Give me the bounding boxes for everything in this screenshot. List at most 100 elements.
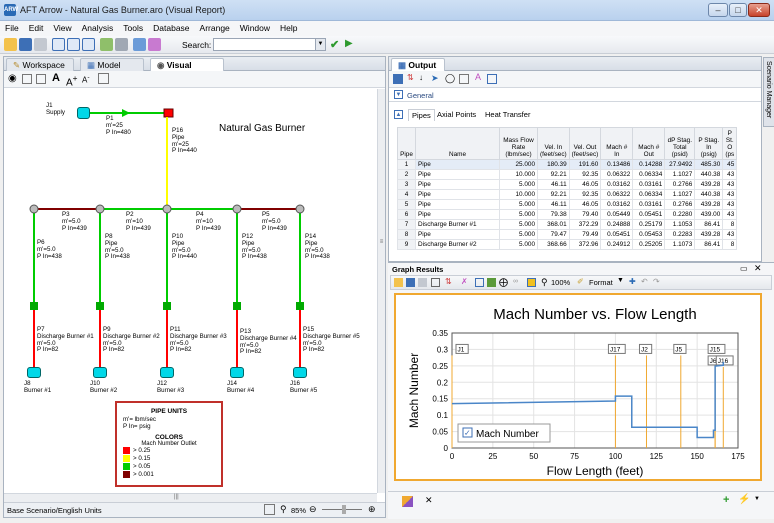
grid-icon[interactable]	[22, 74, 32, 84]
valve-nodes[interactable]	[30, 302, 304, 310]
format-menu[interactable]: Format	[589, 278, 613, 287]
menu-analysis[interactable]: Analysis	[77, 21, 119, 35]
text-icon[interactable]: A	[475, 72, 481, 82]
col-header[interactable]: Vel. In (feet/sec)	[537, 127, 570, 160]
close-button[interactable]: ✕	[748, 3, 770, 17]
col-header[interactable]: P Stag. In (psig)	[694, 127, 724, 160]
menu-help[interactable]: Help	[275, 21, 302, 35]
table-row[interactable]: 8 Pipe 5.000 79.47 79.49 0.05451 0.05453 0.2283…	[397, 229, 738, 240]
tab-pipes[interactable]: Pipes	[408, 109, 435, 121]
horizontal-scrollbar[interactable]: |||	[4, 493, 377, 502]
sort-az-icon[interactable]: ↓	[419, 73, 423, 82]
zoom-out-icon[interactable]: ⊖	[309, 504, 317, 515]
chart-icon[interactable]	[100, 38, 113, 51]
layout-icon[interactable]	[487, 74, 497, 84]
sort-icon[interactable]: ⇅	[445, 277, 452, 286]
burner-5-node[interactable]	[293, 367, 307, 378]
table-row[interactable]: 1 Pipe 25.000 180.39 191.60 0.13486 0.14288 27.…	[397, 159, 738, 170]
fit-view-icon[interactable]	[264, 504, 275, 515]
scenario-manager-tab[interactable]: Scenario Manager	[763, 57, 774, 127]
add-graph-icon[interactable]: +	[723, 494, 729, 506]
supply-reservoir[interactable]	[77, 107, 90, 119]
menu-file[interactable]: File	[0, 21, 24, 35]
close-icon[interactable]: ✕	[754, 263, 762, 274]
copy-icon[interactable]	[459, 74, 469, 84]
vertical-scrollbar[interactable]: ≡	[377, 89, 385, 493]
col-header[interactable]: Mass Flow Rate (lbm/sec)	[499, 127, 538, 160]
expand-icon[interactable]: ▼	[394, 90, 403, 99]
zoom-slider-thumb[interactable]	[342, 505, 346, 514]
tab-axial-points[interactable]: Axial Points	[437, 110, 476, 119]
valve-icon[interactable]	[163, 108, 174, 118]
font-shrink-icon[interactable]: A-	[82, 74, 90, 85]
tab-heat-transfer[interactable]: Heat Transfer	[485, 110, 530, 119]
model-icon[interactable]	[133, 38, 146, 51]
highlight-icon[interactable]	[527, 278, 536, 287]
col-header[interactable]: Vel. Out (feet/sec)	[568, 127, 602, 160]
checkmark-icon[interactable]: ✔	[330, 38, 339, 51]
window-layout-icon[interactable]	[52, 38, 65, 51]
col-header[interactable]: Mach # In	[600, 127, 634, 160]
run-icon[interactable]: ▶	[345, 38, 353, 49]
table-layout-icon[interactable]	[36, 74, 46, 84]
collapse-icon[interactable]: ▲	[394, 110, 403, 119]
graph-plot-area[interactable]: Mach Number vs. Flow Length 0 0.05 0.1 0.15 0…	[394, 293, 762, 481]
menu-database[interactable]: Database	[148, 21, 194, 35]
redo-icon[interactable]: ↷	[653, 277, 660, 286]
restore-icon[interactable]: ▭	[740, 264, 748, 273]
ruler-icon[interactable]: ∞	[513, 278, 518, 285]
burner-4-node[interactable]	[230, 367, 244, 378]
format-icon[interactable]: ✐	[577, 277, 584, 286]
table-icon[interactable]	[431, 278, 440, 287]
save-icon[interactable]	[406, 278, 415, 287]
sort-icon[interactable]: ⇅	[407, 73, 414, 82]
zoom-icon[interactable]: ⚲	[541, 277, 548, 288]
col-header[interactable]: dP Stag. Total (psid)	[664, 127, 696, 160]
tab-output[interactable]: ▦ Output	[391, 58, 445, 71]
graph-tab-icon[interactable]	[402, 496, 413, 507]
menu-arrange[interactable]: Arrange	[195, 21, 235, 35]
font-grow-icon[interactable]: A+	[66, 73, 78, 88]
menu-view[interactable]: View	[48, 21, 76, 35]
tile-vertical-icon[interactable]	[67, 38, 80, 51]
graph-icon[interactable]	[115, 38, 128, 51]
burner-3-node[interactable]	[160, 367, 174, 378]
table-row[interactable]: 4 Pipe 10.000 92.21 92.35 0.06322 0.06334 1.102…	[397, 189, 738, 200]
minimize-button[interactable]: –	[708, 3, 728, 17]
table-row[interactable]: 6 Pipe 5.000 79.38 79.40 0.05449 0.05451 0.2280…	[397, 209, 738, 220]
burner-2-node[interactable]	[93, 367, 107, 378]
chevron-down-icon[interactable]: ▼	[754, 496, 760, 502]
font-icon[interactable]: A	[52, 72, 60, 84]
burner-1-node[interactable]	[27, 367, 41, 378]
diagram-canvas[interactable]: J1 Supply Natural Gas Burner P1 m'=25 P …	[4, 89, 377, 493]
general-section[interactable]: ▼ General	[389, 88, 761, 102]
table-row[interactable]: 9 Discharge Burner #2 5.000 368.66 372.96 0.2…	[397, 239, 738, 250]
print-icon[interactable]	[34, 38, 47, 51]
chevron-down-icon[interactable]: ▼	[617, 277, 624, 284]
cross-plot-icon[interactable]: ✚	[629, 277, 636, 286]
tile-horizontal-icon[interactable]	[82, 38, 95, 51]
table-row[interactable]: 2 Pipe 10.000 92.21 92.35 0.06322 0.06334 1.102…	[397, 169, 738, 180]
close-graph-tab-icon[interactable]: ✕	[425, 495, 433, 506]
report-icon[interactable]	[148, 38, 161, 51]
crosshair-icon[interactable]: ⨁	[499, 277, 508, 288]
print-icon[interactable]	[418, 278, 427, 287]
open-folder-icon[interactable]	[4, 38, 17, 51]
filter-icon[interactable]: ◯	[445, 73, 455, 84]
output-settings-icon[interactable]	[393, 74, 403, 84]
col-header[interactable]: P St. O (ps	[722, 127, 738, 160]
undo-icon[interactable]: ↶	[641, 277, 648, 286]
pin-icon[interactable]: ➤	[431, 73, 439, 84]
menu-tools[interactable]: Tools	[118, 21, 148, 35]
chevron-down-icon[interactable]: ▼	[315, 39, 325, 50]
table-row[interactable]: 5 Pipe 5.000 46.11 46.05 0.03162 0.03161 0.2766…	[397, 199, 738, 210]
legend-toggle-icon[interactable]	[475, 278, 484, 287]
col-header[interactable]: Pipe	[397, 127, 416, 160]
menu-window[interactable]: Window	[235, 21, 275, 35]
show-hide-icon[interactable]: ◉	[8, 73, 17, 84]
menu-edit[interactable]: Edit	[24, 21, 49, 35]
search-input[interactable]: ▼	[213, 38, 326, 51]
copy-icon[interactable]	[98, 73, 109, 84]
zoom-in-icon[interactable]: ⊕	[368, 504, 376, 515]
table-row[interactable]: 3 Pipe 5.000 46.11 46.05 0.03162 0.03161 0.2766…	[397, 179, 738, 190]
